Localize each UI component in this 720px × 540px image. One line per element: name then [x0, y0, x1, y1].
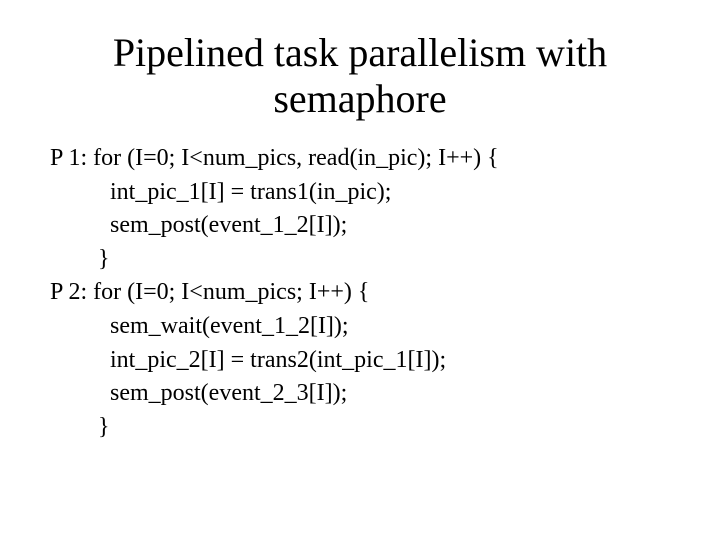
code-line: }	[50, 411, 670, 445]
code-block: P 1: for (I=0; I<num_pics, read(in_pic);…	[50, 142, 670, 444]
code-line: P 2: for (I=0; I<num_pics; I++) {	[50, 276, 670, 310]
code-line: int_pic_1[I] = trans1(in_pic);	[50, 176, 670, 210]
title-line-2: semaphore	[273, 76, 446, 121]
code-line: sem_post(event_2_3[I]);	[50, 377, 670, 411]
code-line: P 1: for (I=0; I<num_pics, read(in_pic);…	[50, 142, 670, 176]
code-line: }	[50, 243, 670, 277]
code-line: sem_wait(event_1_2[I]);	[50, 310, 670, 344]
code-line: sem_post(event_1_2[I]);	[50, 209, 670, 243]
slide-title: Pipelined task parallelism with semaphor…	[50, 30, 670, 122]
code-line: int_pic_2[I] = trans2(int_pic_1[I]);	[50, 344, 670, 378]
title-line-1: Pipelined task parallelism with	[113, 30, 607, 75]
